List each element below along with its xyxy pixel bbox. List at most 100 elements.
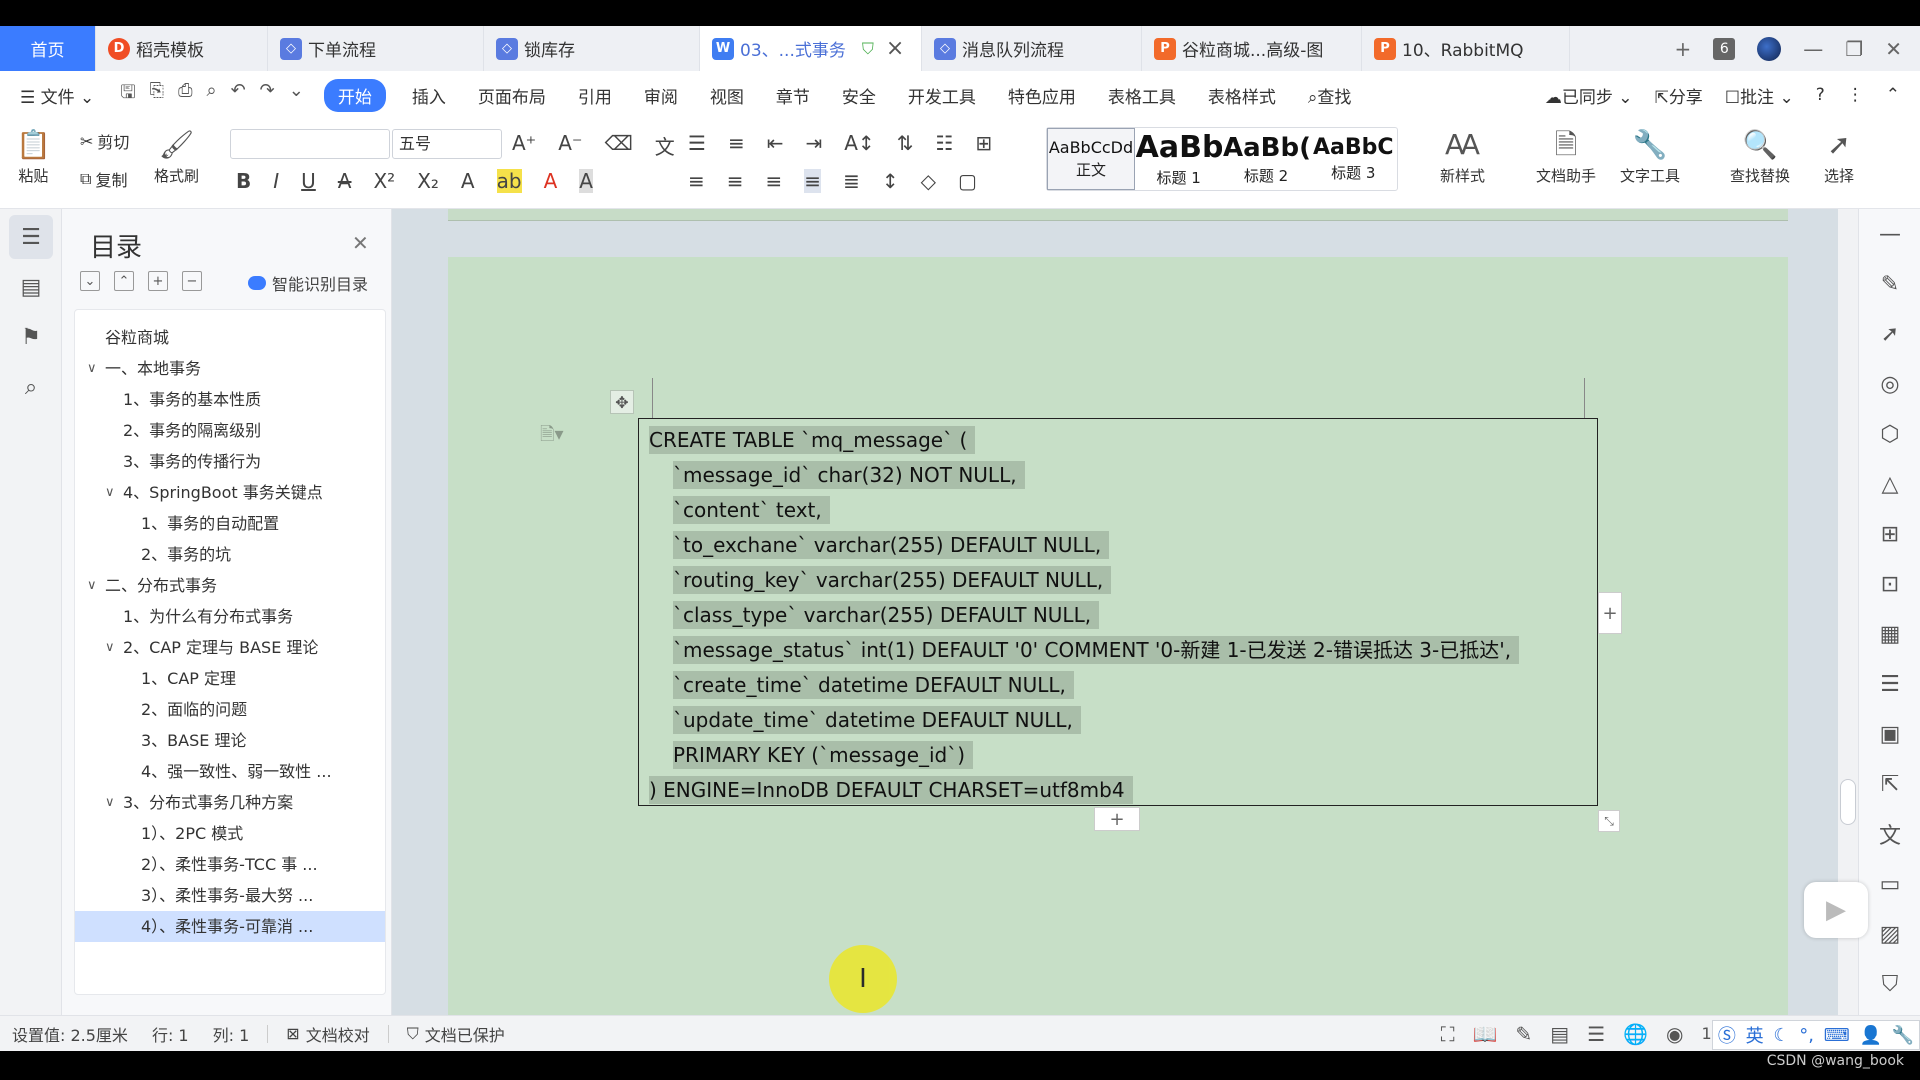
shield-check-icon[interactable]: ⛉: [1859, 959, 1920, 1009]
tab-home[interactable]: 首页: [0, 26, 96, 71]
format-painter-button[interactable]: 🖌 格式刷: [154, 125, 199, 186]
cut-button[interactable]: ✂ 剪切: [80, 129, 129, 153]
restore-icon[interactable]: ❐: [1845, 37, 1863, 61]
font-size-select[interactable]: 五号: [392, 129, 502, 159]
bullet-list-icon[interactable]: ☰: [688, 131, 706, 155]
add-column-button[interactable]: +: [1598, 592, 1622, 634]
toc-item[interactable]: ∨ 4、SpringBoot 事务关键点: [75, 477, 385, 508]
shapes-icon[interactable]: ⬡: [1859, 409, 1920, 459]
menu-table-style[interactable]: 表格样式: [1192, 83, 1292, 108]
code-line[interactable]: `message_status` int(1) DEFAULT '0' COMM…: [649, 633, 1587, 668]
code-line[interactable]: `update_time` datetime DEFAULT NULL,: [649, 703, 1587, 738]
copy-button[interactable]: ⧉ 复制: [80, 167, 127, 191]
code-line[interactable]: ) ENGINE=InnoDB DEFAULT CHARSET=utf8mb4: [649, 773, 1587, 808]
toc-item[interactable]: 3、BASE 理论: [75, 725, 385, 756]
increase-indent-icon[interactable]: ⇥: [805, 131, 822, 155]
highlight-icon[interactable]: ab: [496, 169, 522, 193]
toc-item[interactable]: 2、事务的隔离级别: [75, 415, 385, 446]
add-row-button[interactable]: +: [1094, 807, 1140, 831]
page-view-icon[interactable]: ▤: [1550, 1022, 1569, 1046]
code-line[interactable]: `routing_key` varchar(255) DEFAULT NULL,: [649, 563, 1587, 598]
edit-view-icon[interactable]: ✎: [1516, 1022, 1533, 1046]
menu-home[interactable]: 开始: [323, 78, 386, 112]
align-right-icon[interactable]: ≡: [766, 169, 783, 193]
tab-lock-stock[interactable]: ◇ 锁库存: [484, 26, 700, 71]
toc-item[interactable]: ∨ 3、分布式事务几种方案: [75, 787, 385, 818]
menu-view[interactable]: 视图: [694, 83, 760, 108]
tab-docer-templates[interactable]: D 稻壳模板: [96, 26, 268, 71]
tab-order-flow[interactable]: ◇ 下单流程: [268, 26, 484, 71]
web-view-icon[interactable]: 🌐: [1623, 1022, 1648, 1046]
text-tools-button[interactable]: 🔧 文字工具: [1620, 125, 1680, 186]
customize-icon[interactable]: ⌄: [289, 80, 304, 110]
table-icon[interactable]: ⊞: [975, 131, 992, 155]
protected-button[interactable]: ⛉ 文档已保护: [395, 1022, 517, 1046]
chapter-panel-icon[interactable]: ▤: [9, 265, 53, 309]
border-icon[interactable]: ▢: [958, 169, 977, 193]
chevron-down-icon[interactable]: ∨: [105, 477, 115, 508]
code-line[interactable]: `create_time` datetime DEFAULT NULL,: [649, 668, 1587, 703]
play-video-icon[interactable]: ▶: [1804, 882, 1868, 938]
toc-item[interactable]: ∨ 二、分布式事务: [75, 570, 385, 601]
toc-item[interactable]: 1、事务的自动配置: [75, 508, 385, 539]
toc-item[interactable]: 2、事务的坑: [75, 539, 385, 570]
outline-view-icon[interactable]: ☰: [1587, 1022, 1605, 1046]
add-heading-icon[interactable]: +: [148, 271, 168, 291]
table-move-handle-icon[interactable]: ✥: [610, 390, 634, 414]
decrease-indent-icon[interactable]: ⇤: [767, 131, 784, 155]
close-icon[interactable]: ✕: [352, 231, 369, 255]
comment-button[interactable]: ☐批注 ⌄: [1725, 83, 1794, 108]
align-center-icon[interactable]: ≡: [727, 169, 744, 193]
style-normal[interactable]: AaBbCcDd 正文: [1047, 128, 1135, 190]
tab-transaction-doc[interactable]: W 03、...式事务 ⛉ ×: [700, 26, 922, 71]
paste-button[interactable]: 📋 粘贴: [16, 125, 51, 186]
menu-page-layout[interactable]: 页面布局: [462, 83, 562, 108]
phonetic-icon[interactable]: 文: [655, 131, 675, 160]
toc-item[interactable]: 谷粒商城: [75, 322, 385, 353]
toc-item[interactable]: 2）、柔性事务-TCC 事 ...: [75, 849, 385, 880]
code-line[interactable]: `to_exchane` varchar(255) DEFAULT NULL,: [649, 528, 1587, 563]
code-line[interactable]: `content` text,: [649, 493, 1587, 528]
smart-toc-button[interactable]: 智能识别目录: [248, 271, 368, 295]
export-icon[interactable]: ⇱: [1859, 759, 1920, 809]
font-name-select[interactable]: [230, 129, 390, 159]
avatar[interactable]: [1757, 36, 1782, 61]
numbered-list-icon[interactable]: ≡: [728, 131, 745, 155]
distribute-icon[interactable]: ≣: [843, 169, 860, 193]
ime-lang[interactable]: 英: [1746, 1022, 1764, 1048]
picture-icon[interactable]: ▨: [1859, 909, 1920, 959]
toc-item[interactable]: 4、强一致性、弱一致性 ...: [75, 756, 385, 787]
style-heading-1[interactable]: AaBb 标题 1: [1135, 128, 1222, 190]
chevron-down-icon[interactable]: ∨: [105, 632, 115, 663]
scrollbar-thumb[interactable]: [1840, 779, 1856, 825]
table-icon[interactable]: ⊞: [1859, 509, 1920, 559]
menu-references[interactable]: 引用: [562, 83, 628, 108]
justify-icon[interactable]: ≡: [804, 169, 822, 193]
code-table[interactable]: CREATE TABLE `mq_message` (`message_id` …: [638, 418, 1598, 806]
redo-icon[interactable]: ↷: [260, 80, 275, 110]
menu-review[interactable]: 审阅: [628, 83, 694, 108]
settings-slider-icon[interactable]: ☰: [1859, 659, 1920, 709]
chevron-down-icon[interactable]: ∨: [87, 353, 97, 384]
toc-panel-icon[interactable]: ☰: [9, 215, 53, 259]
code-line[interactable]: PRIMARY KEY (`message_id`): [649, 738, 1587, 773]
cursor-icon[interactable]: ➚: [1859, 309, 1920, 359]
toc-item[interactable]: 3、事务的传播行为: [75, 446, 385, 477]
proofread-button[interactable]: ⊠ 文档校对: [274, 1022, 381, 1046]
translate-icon[interactable]: 文: [1859, 809, 1920, 859]
code-line[interactable]: `message_id` char(32) NOT NULL,: [649, 458, 1587, 493]
spacing-icon[interactable]: ☷: [935, 131, 953, 155]
menu-chapter[interactable]: 章节: [760, 83, 826, 108]
code-line[interactable]: CREATE TABLE `mq_message` (: [649, 423, 1587, 458]
share-button[interactable]: ⇱分享: [1655, 83, 1703, 108]
save-icon[interactable]: 🖫: [120, 80, 135, 110]
subscript-icon[interactable]: X₂: [417, 169, 439, 193]
text-direction-icon[interactable]: A↕: [844, 131, 874, 155]
chart-icon[interactable]: ▦: [1859, 609, 1920, 659]
image-export-icon[interactable]: ▣: [1859, 709, 1920, 759]
select-button[interactable]: ➚ 选择: [1824, 125, 1854, 186]
tab-count-badge[interactable]: 6: [1713, 37, 1736, 60]
toc-item[interactable]: 1、为什么有分布式事务: [75, 601, 385, 632]
sync-button[interactable]: ☁已同步 ⌄: [1545, 83, 1633, 108]
find-replace-button[interactable]: 🔍 查找替换: [1730, 125, 1790, 186]
